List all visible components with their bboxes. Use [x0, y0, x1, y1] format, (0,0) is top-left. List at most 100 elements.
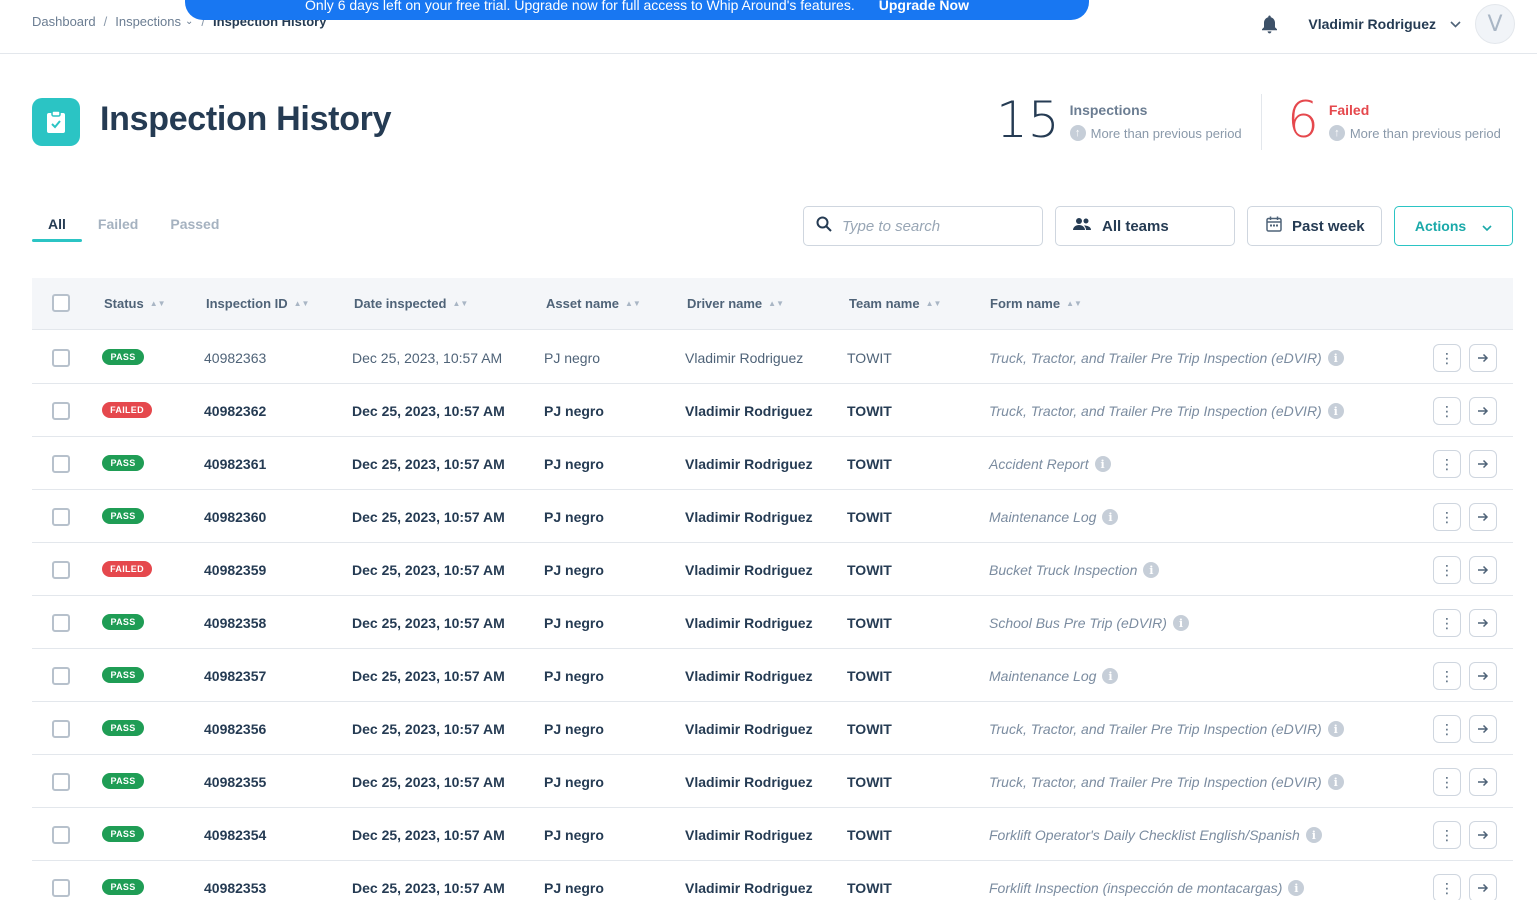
arrow-right-icon[interactable] [1469, 768, 1497, 796]
row-checkbox[interactable] [52, 773, 70, 791]
arrow-right-icon[interactable] [1469, 450, 1497, 478]
breadcrumb-inspections[interactable]: Inspections [115, 14, 181, 29]
inspection-id[interactable]: 40982355 [204, 774, 266, 790]
inspection-id[interactable]: 40982362 [204, 403, 266, 419]
row-checkbox[interactable] [52, 508, 70, 526]
inspection-id[interactable]: 40982353 [204, 880, 266, 896]
inspection-id[interactable]: 40982360 [204, 509, 266, 525]
bell-icon[interactable] [1260, 15, 1278, 33]
table-row: PASS 40982363 Dec 25, 2023, 10:57 AM PJ … [32, 331, 1513, 384]
status-badge: PASS [102, 508, 144, 524]
info-icon[interactable]: i [1102, 509, 1119, 525]
more-icon[interactable]: ⋮ [1433, 450, 1461, 478]
search-box[interactable] [803, 206, 1043, 246]
more-icon[interactable]: ⋮ [1433, 503, 1461, 531]
upgrade-link[interactable]: Upgrade Now [879, 0, 969, 13]
inspection-id[interactable]: 40982354 [204, 827, 266, 843]
arrow-right-icon[interactable] [1469, 662, 1497, 690]
info-icon[interactable]: i [1327, 403, 1344, 419]
arrow-right-icon[interactable] [1469, 503, 1497, 531]
info-icon[interactable]: i [1327, 774, 1344, 790]
tab-failed[interactable]: Failed [82, 214, 154, 240]
info-icon[interactable]: i [1172, 615, 1189, 631]
arrow-right-icon[interactable] [1469, 397, 1497, 425]
column-date-inspected[interactable]: Date inspected ▲▼ [354, 296, 468, 311]
inspection-id[interactable]: 40982357 [204, 668, 266, 684]
sort-icon[interactable]: ▲▼ [1066, 300, 1082, 308]
info-icon[interactable]: i [1327, 350, 1344, 366]
avatar[interactable]: V [1475, 4, 1515, 44]
info-icon[interactable]: i [1288, 880, 1305, 896]
more-icon[interactable]: ⋮ [1433, 821, 1461, 849]
arrow-up-icon: ↑ [1069, 125, 1086, 141]
column-inspection-id[interactable]: Inspection ID ▲▼ [206, 296, 309, 311]
column-asset-name[interactable]: Asset name ▲▼ [546, 296, 641, 311]
chevron-down-icon [1482, 218, 1492, 234]
more-icon[interactable]: ⋮ [1433, 715, 1461, 743]
inspection-id[interactable]: 40982361 [204, 456, 266, 472]
inspection-id[interactable]: 40982359 [204, 562, 266, 578]
form-name: Forklift Operator's Daily Checklist Engl… [989, 827, 1322, 843]
row-checkbox[interactable] [52, 349, 70, 367]
more-icon[interactable]: ⋮ [1433, 556, 1461, 584]
more-icon[interactable]: ⋮ [1433, 397, 1461, 425]
sort-icon[interactable]: ▲▼ [150, 300, 166, 308]
sort-icon[interactable]: ▲▼ [625, 300, 641, 308]
arrow-right-icon[interactable] [1469, 556, 1497, 584]
asset-name: PJ negro [544, 880, 604, 896]
user-name[interactable]: Vladimir Rodriguez [1308, 16, 1436, 32]
info-icon[interactable]: i [1102, 668, 1119, 684]
sort-icon[interactable]: ▲▼ [768, 300, 784, 308]
team-filter[interactable]: All teams [1055, 206, 1235, 246]
inspection-id[interactable]: 40982356 [204, 721, 266, 737]
inspections-trend-text: More than previous period [1090, 125, 1242, 141]
column-driver-name[interactable]: Driver name ▲▼ [687, 296, 784, 311]
arrow-right-icon[interactable] [1469, 715, 1497, 743]
table-row: PASS 40982354 Dec 25, 2023, 10:57 AM PJ … [32, 808, 1513, 861]
breadcrumb-dashboard[interactable]: Dashboard [32, 14, 96, 29]
period-filter[interactable]: Past week [1247, 206, 1382, 246]
select-all-checkbox[interactable] [52, 294, 70, 312]
row-checkbox[interactable] [52, 402, 70, 420]
sort-icon[interactable]: ▲▼ [294, 300, 310, 308]
more-icon[interactable]: ⋮ [1433, 609, 1461, 637]
chevron-down-icon[interactable] [1450, 17, 1461, 31]
chevron-down-icon[interactable]: ⌄ [185, 16, 193, 27]
column-status[interactable]: Status ▲▼ [104, 296, 166, 311]
row-checkbox[interactable] [52, 667, 70, 685]
more-icon[interactable]: ⋮ [1433, 768, 1461, 796]
inspection-id[interactable]: 40982363 [204, 350, 266, 366]
status-badge: PASS [102, 667, 144, 683]
inspection-id[interactable]: 40982358 [204, 615, 266, 631]
trial-banner: Only 6 days left on your free trial. Upg… [185, 0, 1089, 20]
info-icon[interactable]: i [1327, 721, 1344, 737]
tab-all[interactable]: All [32, 214, 82, 242]
search-input[interactable] [842, 217, 1032, 235]
sort-icon[interactable]: ▲▼ [452, 300, 468, 308]
arrow-right-icon[interactable] [1469, 344, 1497, 372]
arrow-right-icon[interactable] [1469, 874, 1497, 900]
info-icon[interactable]: i [1305, 827, 1322, 843]
row-checkbox[interactable] [52, 720, 70, 738]
row-checkbox[interactable] [52, 826, 70, 844]
row-checkbox[interactable] [52, 614, 70, 632]
row-checkbox[interactable] [52, 879, 70, 897]
sort-icon[interactable]: ▲▼ [926, 300, 942, 308]
arrow-right-icon[interactable] [1469, 821, 1497, 849]
row-checkbox[interactable] [52, 455, 70, 473]
team-name: TOWIT [847, 880, 892, 896]
actions-button[interactable]: Actions [1394, 206, 1513, 246]
more-icon[interactable]: ⋮ [1433, 662, 1461, 690]
info-icon[interactable]: i [1094, 456, 1111, 472]
arrow-up-icon: ↑ [1328, 125, 1345, 141]
info-icon[interactable]: i [1143, 562, 1160, 578]
column-team-name[interactable]: Team name ▲▼ [849, 296, 941, 311]
more-icon[interactable]: ⋮ [1433, 344, 1461, 372]
more-icon[interactable]: ⋮ [1433, 874, 1461, 900]
row-checkbox[interactable] [52, 561, 70, 579]
arrow-right-icon[interactable] [1469, 609, 1497, 637]
tab-passed[interactable]: Passed [154, 214, 235, 240]
form-name: Maintenance Log i [989, 509, 1119, 525]
column-form-name[interactable]: Form name ▲▼ [990, 296, 1082, 311]
team-name: TOWIT [847, 509, 892, 525]
